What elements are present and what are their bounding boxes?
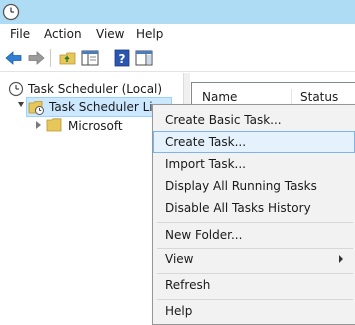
tree-item-library-label: Task Scheduler Li (49, 100, 153, 114)
menu-item-create-task[interactable]: Create Task... (153, 131, 355, 153)
folder-icon (46, 118, 63, 135)
menu-file[interactable]: File (10, 27, 30, 41)
menu-item-help[interactable]: Help (153, 300, 355, 322)
menu-action[interactable]: Action (44, 27, 82, 41)
menu-view[interactable]: View (96, 27, 124, 41)
expand-arrow-icon[interactable] (18, 102, 24, 107)
menu-item-view-label: View (165, 252, 194, 266)
folder-clock-icon (28, 99, 45, 122)
up-folder-icon[interactable] (58, 48, 78, 68)
show-hide-tree-icon[interactable] (80, 48, 100, 68)
menu-help[interactable]: Help (136, 27, 163, 41)
menu-item-create-basic-task[interactable]: Create Basic Task... (153, 109, 355, 131)
context-menu: Create Basic Task... Create Task... Impo… (152, 104, 355, 325)
toolbar: ? (0, 44, 355, 72)
show-hide-action-pane-icon[interactable] (134, 48, 154, 68)
menu-item-import-task[interactable]: Import Task... (153, 153, 355, 175)
clock-icon (2, 3, 20, 24)
menu-bar: File Action View Help (0, 24, 355, 44)
toolbar-separator (50, 49, 51, 67)
menu-item-disable-tasks-history[interactable]: Disable All Tasks History (153, 197, 355, 219)
menu-item-view[interactable]: View (153, 248, 355, 270)
tree-item-microsoft[interactable]: Microsoft (68, 116, 123, 136)
menu-item-new-folder[interactable]: New Folder... (153, 224, 355, 246)
submenu-arrow-icon (339, 255, 343, 263)
help-icon[interactable]: ? (112, 48, 132, 68)
forward-icon[interactable] (26, 48, 46, 68)
column-header-name[interactable]: Name (202, 90, 237, 104)
title-bar (0, 0, 355, 24)
tree-item-library[interactable]: Task Scheduler Li (26, 97, 172, 117)
column-header-status[interactable]: Status (300, 90, 338, 104)
menu-item-refresh[interactable]: Refresh (153, 274, 355, 296)
tree-item-root[interactable]: Task Scheduler (Local) (28, 79, 162, 99)
collapse-arrow-icon[interactable] (36, 121, 41, 129)
back-icon[interactable] (4, 48, 24, 68)
menu-separator (157, 222, 353, 223)
clock-icon (8, 81, 24, 100)
svg-text:?: ? (119, 52, 126, 66)
menu-item-display-running-tasks[interactable]: Display All Running Tasks (153, 175, 355, 197)
